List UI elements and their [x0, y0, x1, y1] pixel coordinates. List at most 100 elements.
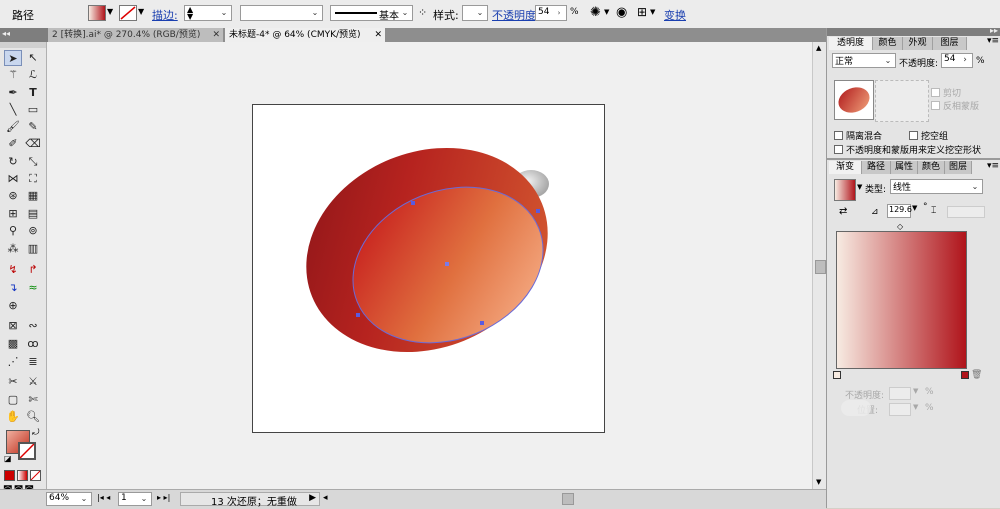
panel-dock-header[interactable]: ▸▸ [827, 26, 1000, 36]
recolor-artwork-icon[interactable]: ✺ [590, 5, 601, 20]
panel-opacity-input[interactable]: 54 › [941, 53, 973, 68]
paintbrush-tool-icon[interactable]: 🖌 [4, 119, 22, 135]
tab-color-2[interactable]: 颜色 [918, 161, 945, 174]
selection-tool-icon[interactable]: ➤ [4, 50, 22, 66]
opacity-input[interactable]: 54 › [535, 5, 567, 21]
perspective-grid-tool-icon[interactable]: ▦ [24, 188, 42, 204]
tab-document-2[interactable]: 2 [转换].ai* @ 270.4% (RGB/预览) ✕ [48, 28, 223, 42]
panel-menu-icon[interactable]: ▾≡ [987, 161, 999, 171]
custom-tool-b-icon[interactable]: ↱ [24, 262, 42, 278]
column-graph-tool-icon[interactable]: ▥ [24, 241, 42, 257]
clip-checkbox[interactable] [931, 88, 940, 97]
mesh-tool-icon[interactable]: ⊞ [4, 206, 22, 222]
tab-appearance[interactable]: 外观 [903, 37, 933, 50]
reverse-gradient-icon[interactable]: ⇄ [839, 206, 847, 217]
slice-tool-icon[interactable]: ✂ [4, 374, 22, 390]
width-tool-icon[interactable]: ⋈ [4, 171, 22, 187]
symbol-sprayer-tool-icon[interactable]: ⁂ [4, 241, 22, 257]
custom-tool-a-icon[interactable]: ↯ [4, 262, 22, 278]
tab-gradient[interactable]: 渐变 [829, 161, 862, 174]
stroke-link[interactable]: 描边: [152, 7, 178, 23]
isolate-group-icon[interactable]: ◉ [616, 5, 627, 20]
stroke-color-box[interactable] [18, 442, 36, 460]
isolate-blending-checkbox[interactable] [834, 131, 843, 140]
transform-link[interactable]: 变换 [664, 7, 686, 23]
list-tool-icon[interactable]: ≣ [24, 354, 42, 370]
vertical-scrollbar[interactable]: ▲ ▼ [812, 42, 827, 489]
anchor-point[interactable] [356, 313, 360, 317]
tab-layers[interactable]: 图层 [933, 37, 967, 50]
toolbar-grip[interactable] [0, 42, 46, 48]
select-similar-dropdown-icon[interactable]: ▼ [650, 8, 655, 16]
scale-tool-icon[interactable]: ⤡ [24, 154, 42, 170]
artwork[interactable] [252, 104, 605, 433]
shape-builder-tool-icon[interactable]: ⊛ [4, 188, 22, 204]
angle-dropdown-icon[interactable]: ▼ [912, 204, 917, 212]
location-arrow-icon[interactable]: ▼ [913, 403, 918, 411]
color-mode-icon[interactable] [4, 470, 15, 481]
blend-tool-icon[interactable]: ⊚ [24, 223, 42, 239]
warp-tool-a-icon[interactable]: ⊠ [4, 318, 22, 334]
default-colors-icon[interactable]: ◪ [4, 454, 12, 463]
stroke-swatch[interactable] [119, 5, 137, 21]
hand-tool-icon[interactable]: ✋ [4, 409, 22, 425]
close-icon[interactable]: ✕ [374, 28, 382, 42]
type-tool-icon[interactable]: T [24, 85, 42, 101]
opacity-mask-knockout-checkbox[interactable] [834, 145, 843, 154]
tab-document-untitled-4[interactable]: 未标题-4* @ 64% (CMYK/预览) ✕ [225, 28, 385, 42]
first-artboard-icon[interactable]: |◂ ◂ [97, 493, 110, 502]
gradient-type-dropdown[interactable]: 线性 ⌄ [890, 179, 983, 194]
center-point[interactable] [445, 262, 449, 266]
knife-tool-icon[interactable]: ⚔ [24, 374, 42, 390]
tab-transparency[interactable]: 透明度 [829, 37, 873, 50]
invert-mask-checkbox[interactable] [931, 101, 940, 110]
stroke-weight-stepper[interactable]: ▲ ▼ ⌄ [184, 5, 232, 21]
stop-opacity-input[interactable] [889, 387, 911, 400]
line-tool-icon[interactable]: ╲ [4, 102, 22, 118]
pencil-tool-icon[interactable]: ✎ [24, 119, 42, 135]
scroll-left-icon[interactable]: ◂ [323, 493, 328, 503]
select-similar-icon[interactable]: ⊞ [637, 5, 647, 19]
gradient-swatch[interactable] [834, 179, 856, 201]
tab-layers-2[interactable]: 图层 [945, 161, 972, 174]
fill-dropdown-icon[interactable]: ▼ [107, 7, 113, 16]
anchor-point[interactable] [480, 321, 484, 325]
scroll-up-icon[interactable]: ▲ [816, 44, 821, 52]
panel-menu-icon[interactable]: ▾≡ [987, 36, 999, 46]
grid-tool-icon[interactable]: ▩ [4, 336, 22, 352]
scroll-down-icon[interactable]: ▼ [816, 478, 821, 486]
stroke-dropdown-icon[interactable]: ▼ [138, 7, 144, 16]
rotate-tool-icon[interactable]: ↻ [4, 154, 22, 170]
gradient-preview-bar[interactable] [836, 231, 967, 369]
pen-tool-icon[interactable]: ✒ [4, 85, 22, 101]
stop-opacity-arrow-icon[interactable]: ▼ [913, 387, 918, 395]
blob-brush-tool-icon[interactable]: ✐ [4, 136, 22, 152]
anchor-point[interactable] [411, 201, 415, 205]
scroll-thumb[interactable] [815, 260, 826, 274]
custom-tool-c-icon[interactable]: ↴ [4, 280, 22, 296]
direct-selection-tool-icon[interactable]: ↖ [24, 50, 42, 66]
close-icon[interactable]: ✕ [212, 28, 220, 42]
status-menu-arrow-icon[interactable]: ▶ [309, 493, 316, 503]
none-mode-icon[interactable] [30, 470, 41, 481]
delete-stop-icon[interactable]: 🗑︎ [971, 370, 982, 380]
history-status[interactable]: 13 次还原；无重做 ▶ [180, 492, 320, 508]
last-artboard-icon[interactable]: ▸ ▸| [157, 493, 170, 502]
gradient-tool-icon[interactable]: ▤ [24, 206, 42, 222]
swap-fill-stroke-icon[interactable]: ⤾ [32, 428, 40, 438]
eraser-tool-icon[interactable]: ⌫ [24, 136, 42, 152]
zoom-tool-icon[interactable]: 🔍︎ [24, 409, 42, 425]
artboard-tool-icon[interactable]: ▢ [4, 392, 22, 408]
opacity-mask-thumbnail[interactable] [875, 80, 929, 122]
collapse-icon[interactable]: ◂◂ [2, 29, 10, 38]
gradient-mode-icon[interactable] [17, 470, 28, 481]
aspect-ratio-input[interactable] [947, 206, 985, 218]
opacity-link[interactable]: 不透明度: [492, 7, 540, 23]
object-thumbnail[interactable] [834, 80, 874, 120]
midpoint-diamond-icon[interactable]: ◇ [897, 222, 903, 231]
variable-width-dropdown[interactable]: ⌄ [240, 5, 323, 21]
blend-mode-dropdown[interactable]: 正常 ⌄ [832, 53, 896, 68]
custom-tool-d-icon[interactable]: ≈ [24, 280, 42, 296]
brush-definition-dropdown[interactable]: 基本 ⌄ [330, 5, 413, 22]
gradient-stop-left[interactable] [833, 371, 841, 379]
